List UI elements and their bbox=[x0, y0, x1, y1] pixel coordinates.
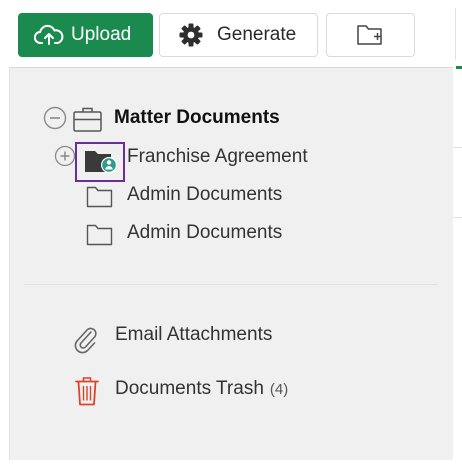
paperclip-icon bbox=[72, 324, 100, 359]
upload-button-label: Upload bbox=[71, 24, 132, 45]
folder-icon bbox=[86, 223, 114, 252]
tree-root-label[interactable]: Matter Documents bbox=[114, 106, 280, 130]
briefcase-icon bbox=[72, 104, 104, 139]
toolbar-divider bbox=[455, 8, 456, 60]
tree-item-franchise-agreement[interactable]: Franchise Agreement bbox=[127, 145, 308, 169]
splitter-accent bbox=[456, 66, 462, 69]
folder-icon bbox=[86, 185, 114, 214]
tree-item-admin-documents[interactable]: Admin Documents bbox=[127, 221, 282, 245]
new-folder-button[interactable] bbox=[326, 13, 415, 57]
cloud-upload-icon bbox=[34, 24, 64, 46]
upload-button[interactable]: Upload bbox=[18, 13, 153, 57]
folder-plus-icon bbox=[356, 23, 386, 47]
expand-plus-icon[interactable] bbox=[54, 145, 76, 172]
generate-button-label: Generate bbox=[217, 24, 297, 45]
documents-trash-label: Documents Trash bbox=[115, 378, 264, 399]
trash-icon bbox=[74, 375, 100, 412]
panel-edge bbox=[453, 67, 462, 470]
collapse-minus-icon[interactable] bbox=[43, 106, 67, 135]
generate-button[interactable]: Generate bbox=[159, 13, 318, 57]
trash-count-badge: (4) bbox=[269, 381, 289, 398]
gear-icon bbox=[178, 22, 204, 48]
email-attachments-link[interactable]: Email Attachments bbox=[115, 323, 272, 347]
documents-panel-screen: Upload Generate Matter Documents Franchi… bbox=[0, 0, 462, 470]
selection-highlight bbox=[75, 142, 125, 182]
documents-trash-link[interactable]: Documents Trash (4) bbox=[115, 377, 288, 402]
section-divider bbox=[24, 284, 438, 285]
tree-item-admin-documents[interactable]: Admin Documents bbox=[127, 183, 282, 207]
